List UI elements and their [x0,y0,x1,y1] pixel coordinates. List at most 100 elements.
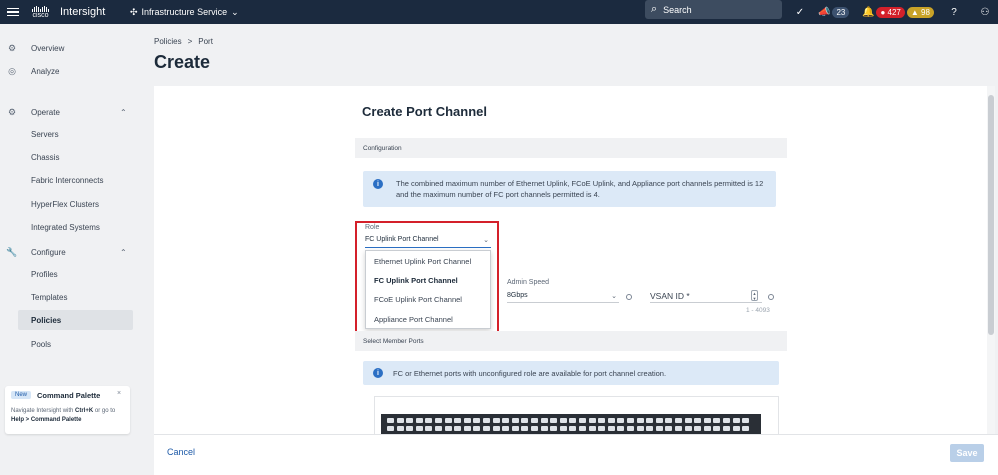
switch-port[interactable] [732,426,740,431]
switch-port[interactable] [646,418,654,423]
switch-port[interactable] [473,426,481,431]
sidebar-item-policies[interactable]: Policies [18,310,133,330]
alarms-button[interactable]: 🔔 ● 427 ▲ 98 [862,0,934,24]
sidebar-item-hyperflex-clusters[interactable]: HyperFlex Clusters [0,194,145,214]
switch-port[interactable] [415,418,423,423]
sidebar-item-operate[interactable]: ⚙ Operate ⌃ [0,102,145,122]
switch-port[interactable] [588,418,596,423]
switch-port[interactable] [694,426,702,431]
switch-port[interactable] [444,426,452,431]
switch-port[interactable] [550,426,558,431]
sidebar-item-fabric-interconnects[interactable]: Fabric Interconnects [0,170,145,190]
switch-port[interactable] [425,418,433,423]
switch-port[interactable] [627,418,634,423]
switch-port[interactable] [579,418,586,423]
switch-port[interactable] [444,418,452,423]
switch-port[interactable] [502,426,510,431]
switch-port[interactable] [511,418,519,423]
switch-port[interactable] [588,426,596,431]
sidebar-item-profiles[interactable]: Profiles [0,264,145,284]
switch-port[interactable] [569,426,577,431]
switch-port[interactable] [387,426,394,431]
switch-port[interactable] [627,426,634,431]
switch-port[interactable] [655,418,663,423]
switch-port[interactable] [521,418,529,423]
save-button[interactable]: Save [950,444,984,462]
switch-port[interactable] [646,426,654,431]
scrollbar-thumb[interactable] [988,95,994,335]
switch-port[interactable] [473,418,481,423]
announcements-button[interactable]: 📣 23 [818,0,850,24]
switch-port[interactable] [559,418,567,423]
switch-port[interactable] [521,426,529,431]
vsan-id-input[interactable] [650,302,762,303]
switch-port[interactable] [463,418,471,423]
breadcrumb-policies[interactable]: Policies [154,37,182,46]
switch-port[interactable] [684,418,692,423]
switch-port[interactable] [492,426,500,431]
switch-port[interactable] [607,418,615,423]
switch-port[interactable] [694,418,702,423]
switch-port[interactable] [483,426,490,431]
sidebar-item-overview[interactable]: ⚙ Overview [0,38,145,58]
switch-port-diagram[interactable] [381,414,761,434]
search-input[interactable]: ⌕ Search [645,0,782,19]
switch-port[interactable] [387,418,394,423]
breadcrumb-port[interactable]: Port [198,37,213,46]
switch-port[interactable] [435,426,442,431]
sidebar-item-analyze[interactable]: ◎ Analyze [0,61,145,81]
check-circle-icon[interactable]: ✓ [793,0,807,24]
sidebar-item-pools[interactable]: Pools [0,334,145,354]
switch-port[interactable] [703,418,711,423]
switch-port[interactable] [454,418,462,423]
menu-icon[interactable] [6,0,20,24]
help-circle-icon[interactable] [768,294,774,300]
switch-port[interactable] [396,418,404,423]
switch-port[interactable] [636,418,644,423]
vsan-id-stepper[interactable]: ▲ ▼ [751,290,758,301]
switch-port[interactable] [425,426,433,431]
switch-port[interactable] [617,418,625,423]
switch-port[interactable] [511,426,519,431]
switch-port[interactable] [540,418,548,423]
switch-port[interactable] [463,426,471,431]
close-icon[interactable]: × [117,390,121,397]
user-icon[interactable]: ⚇ [978,0,992,24]
switch-port[interactable] [742,426,750,431]
switch-port[interactable] [502,418,510,423]
cancel-button[interactable]: Cancel [167,447,195,457]
switch-port[interactable] [675,418,682,423]
switch-port[interactable] [540,426,548,431]
switch-port[interactable] [531,426,538,431]
switch-port[interactable] [655,426,663,431]
switch-port[interactable] [559,426,567,431]
sidebar-item-templates[interactable]: Templates [0,287,145,307]
switch-port[interactable] [732,418,740,423]
help-circle-icon[interactable] [626,294,632,300]
sidebar-item-chassis[interactable]: Chassis [0,147,145,167]
switch-port[interactable] [435,418,442,423]
help-icon[interactable]: ? [947,0,961,24]
switch-port[interactable] [550,418,558,423]
switch-port[interactable] [579,426,586,431]
switch-port[interactable] [406,426,414,431]
switch-port[interactable] [569,418,577,423]
switch-port[interactable] [415,426,423,431]
switch-port[interactable] [675,426,682,431]
service-selector[interactable]: ✣ Infrastructure Service ⌄ [130,0,239,24]
switch-port[interactable] [713,426,721,431]
switch-port[interactable] [636,426,644,431]
sidebar-item-servers[interactable]: Servers [0,124,145,144]
command-palette-card[interactable]: New Command Palette × Navigate Intersigh… [5,386,130,434]
switch-port[interactable] [607,426,615,431]
switch-port[interactable] [665,426,673,431]
switch-port[interactable] [406,418,414,423]
switch-port[interactable] [742,418,750,423]
switch-port[interactable] [713,418,721,423]
switch-port[interactable] [492,418,500,423]
switch-port[interactable] [703,426,711,431]
switch-port[interactable] [483,418,490,423]
switch-port[interactable] [396,426,404,431]
switch-port[interactable] [665,418,673,423]
sidebar-item-integrated-systems[interactable]: Integrated Systems [0,217,145,237]
